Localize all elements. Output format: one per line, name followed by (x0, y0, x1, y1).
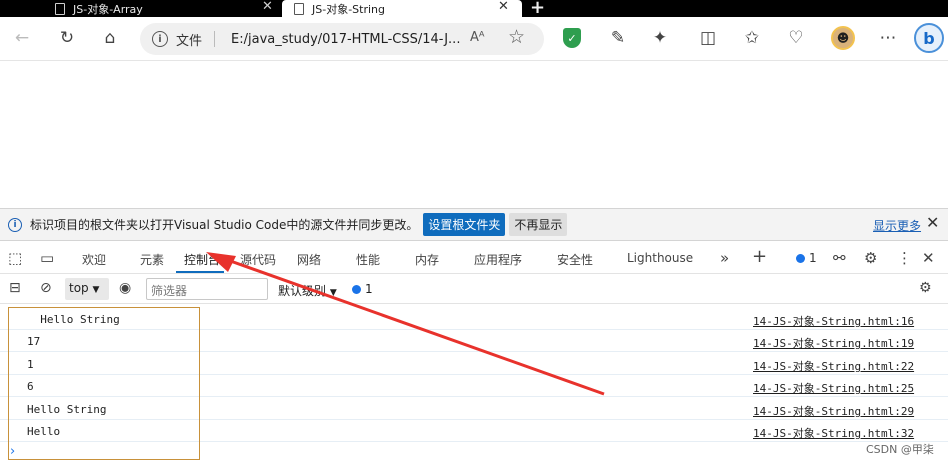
bing-icon[interactable]: b (914, 23, 944, 53)
device-emulation-icon[interactable]: ▭ (40, 249, 54, 267)
split-screen-icon[interactable]: ◫ (697, 27, 719, 49)
issue-dot-icon (352, 284, 361, 294)
scheme-label: 文件 (176, 33, 203, 49)
tab-application[interactable]: 应用程序 (474, 251, 522, 268)
url-text[interactable]: E:/java_study/017-HTML-CSS/14-J... (231, 32, 460, 47)
add-tab-icon[interactable]: + (752, 246, 767, 267)
shield-icon[interactable]: ✓ (563, 28, 581, 48)
source-link[interactable]: 14-JS-对象-String.html:19 (753, 335, 914, 351)
close-tab-icon[interactable]: ✕ (498, 0, 509, 14)
source-link[interactable]: 14-JS-对象-String.html:32 (753, 425, 914, 441)
divider (214, 31, 216, 47)
close-icon[interactable]: ✕ (926, 213, 939, 232)
issue-count: 1 (809, 251, 817, 265)
console-settings-gear-icon[interactable]: ⚙ (919, 280, 932, 296)
refresh-icon[interactable]: ↻ (56, 27, 78, 49)
dont-show-again-button[interactable]: 不再显示 (509, 213, 568, 236)
console-output: Hello String 14-JS-对象-String.html:16 17 … (0, 305, 948, 463)
tab-security[interactable]: 安全性 (557, 251, 593, 268)
context-selector[interactable]: top ▼ (65, 278, 109, 300)
page-favicon-icon (294, 2, 304, 15)
tab-elements[interactable]: 元素 (140, 251, 164, 268)
favorite-star-icon[interactable]: ☆ (508, 26, 525, 48)
more-options-icon[interactable]: ⋮ (897, 249, 912, 267)
source-link[interactable]: 14-JS-对象-String.html:29 (753, 403, 914, 419)
levels-label: 默认级别 (278, 284, 327, 298)
tab-performance[interactable]: 性能 (356, 251, 380, 268)
browser-tab-strip: JS-对象-Array ✕ JS-对象-String ✕ + (0, 0, 948, 18)
health-icon[interactable]: ♡ (785, 27, 807, 49)
log-levels-dropdown[interactable]: 默认级别 ▼ (278, 282, 337, 299)
inspect-element-icon[interactable]: ⬚ (8, 249, 22, 267)
tab-welcome[interactable]: 欢迎 (82, 251, 106, 268)
browser-tab-string[interactable]: JS-对象-String ✕ (282, 0, 522, 17)
tab-lighthouse[interactable]: Lighthouse (627, 251, 693, 265)
info-icon[interactable]: i (152, 31, 168, 47)
tab-title: JS-对象-Array (73, 2, 143, 16)
extensions-icon[interactable]: ✦ (649, 27, 671, 49)
back-icon[interactable]: ← (11, 27, 33, 49)
tab-sources[interactable]: 源代码 (240, 251, 276, 268)
browser-tab-array[interactable]: JS-对象-Array ✕ (55, 0, 280, 17)
eyedropper-icon[interactable]: ✎ (607, 27, 629, 49)
watermark: CSDN @甲柒 (866, 443, 934, 456)
sidebar-toggle-icon[interactable]: ⊟ (9, 280, 21, 296)
more-icon[interactable]: ⋯ (877, 27, 899, 49)
set-root-folder-button[interactable]: 设置根文件夹 (423, 213, 506, 236)
show-more-link[interactable]: 显示更多 (873, 217, 921, 234)
filter-input[interactable]: 筛选器 (146, 278, 268, 300)
read-aloud-icon[interactable]: Aᴬ (470, 30, 485, 45)
profile-avatar[interactable]: ☻ (831, 26, 855, 50)
page-viewport (0, 62, 948, 208)
live-expression-eye-icon[interactable]: ◉ (119, 280, 131, 296)
devtools-tab-bar: ⬚ ▭ 欢迎 元素 控制台 源代码 网络 性能 内存 应用程序 安全性 Ligh… (0, 240, 948, 274)
context-value: top (69, 281, 89, 295)
console-toolbar: ⊟ ⊘ top ▼ ◉ 筛选器 默认级别 ▼ 1 ⚙ (0, 274, 948, 304)
console-issues-badge[interactable]: 1 (352, 282, 373, 296)
issue-dot-icon (796, 253, 805, 263)
active-tab-indicator (176, 271, 224, 273)
page-favicon-icon (55, 2, 65, 15)
clear-console-icon[interactable]: ⊘ (40, 280, 52, 296)
close-devtools-icon[interactable]: ✕ (922, 249, 935, 267)
close-tab-icon[interactable]: ✕ (262, 0, 273, 14)
issues-count: 1 (365, 282, 373, 296)
more-tabs-icon[interactable]: » (720, 249, 729, 267)
info-icon: i (8, 217, 22, 232)
source-link[interactable]: 14-JS-对象-String.html:22 (753, 358, 914, 374)
tab-console[interactable]: 控制台 (184, 251, 220, 268)
chevron-down-icon: ▼ (92, 285, 100, 295)
settings-gear-icon[interactable]: ⚙ (864, 249, 877, 267)
infobar-message: 标识项目的根文件夹以打开Visual Studio Code中的源文件并同步更改… (30, 218, 419, 232)
tab-memory[interactable]: 内存 (415, 251, 439, 268)
source-link[interactable]: 14-JS-对象-String.html:16 (753, 313, 914, 329)
source-link[interactable]: 14-JS-对象-String.html:25 (753, 380, 914, 396)
tab-network[interactable]: 网络 (297, 251, 321, 268)
home-icon[interactable]: ⌂ (99, 27, 121, 49)
tab-title: JS-对象-String (312, 2, 385, 16)
connections-icon[interactable]: ⚯ (833, 249, 846, 267)
new-tab-icon[interactable]: + (530, 0, 545, 18)
address-bar[interactable]: i 文件 E:/java_study/017-HTML-CSS/14-J... … (140, 23, 544, 55)
browser-toolbar: ← ↻ ⌂ i 文件 E:/java_study/017-HTML-CSS/14… (0, 17, 948, 61)
favorites-icon[interactable]: ✩ (741, 27, 763, 49)
annotation-highlight-box (8, 307, 200, 460)
devtools-infobar: i 标识项目的根文件夹以打开Visual Studio Code中的源文件并同步… (0, 208, 948, 240)
issues-badge[interactable]: 1 (796, 251, 817, 265)
chevron-down-icon: ▼ (329, 288, 337, 298)
